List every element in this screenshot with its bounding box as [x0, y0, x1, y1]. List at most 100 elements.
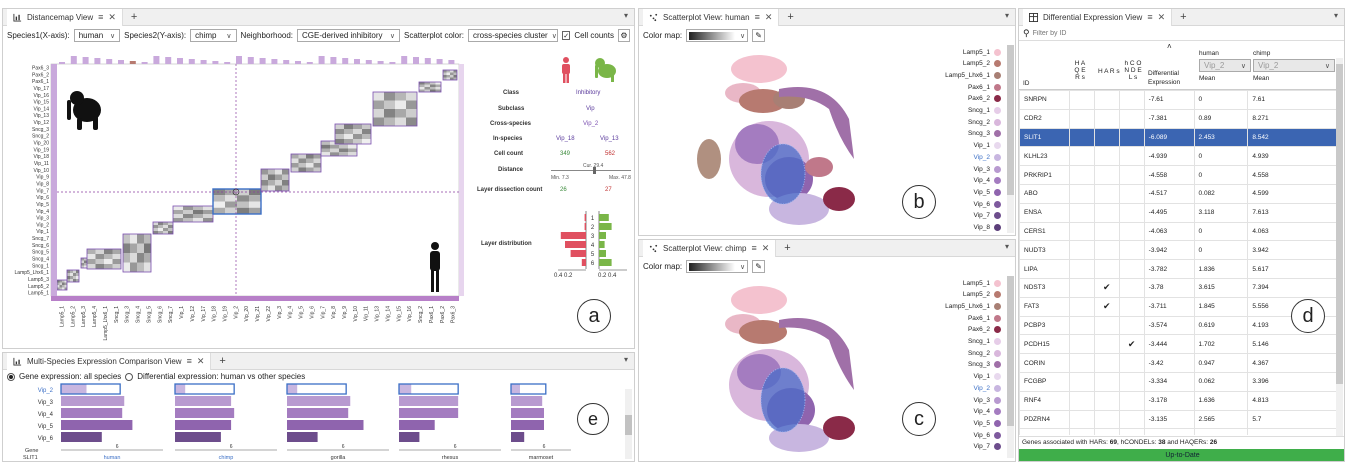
heatmap-block[interactable]: [172, 205, 214, 223]
heatmap-block[interactable]: [260, 168, 290, 192]
tab-scatter-human[interactable]: Scatterplot View: human ≡ ✕: [643, 9, 780, 26]
table-row[interactable]: CDR2 -7.381 0.89 8.271: [1019, 108, 1337, 129]
table-row[interactable]: CORIN -3.42 0.947 4.367: [1019, 353, 1337, 373]
heatmap-block[interactable]: [66, 269, 80, 283]
tab-diffexpr[interactable]: Differential Expression View ≡ ✕: [1023, 9, 1173, 26]
add-tab-button[interactable]: +: [1180, 11, 1186, 23]
panel-dropdown-icon[interactable]: ▾: [1005, 242, 1009, 251]
tab-distancemap[interactable]: Distancemap View ≡ ✕: [7, 9, 123, 26]
col-chimp[interactable]: chimp: [1253, 50, 1270, 57]
heatmap-block[interactable]: [152, 221, 174, 235]
legend-item[interactable]: Sncg_2: [968, 117, 1001, 127]
species1-select[interactable]: human ∨: [73, 29, 121, 42]
col-hcondels[interactable]: h C O N D E L s: [1123, 60, 1143, 81]
col-diff[interactable]: Differential Expression: [1148, 69, 1194, 87]
legend-item[interactable]: Vip_6: [973, 430, 1001, 440]
scatter-color-select[interactable]: cross-species cluster ∨: [468, 29, 559, 42]
tab-menu-icon[interactable]: ≡: [98, 12, 103, 22]
legend-item[interactable]: Lamp5_2: [963, 59, 1001, 69]
species2-select[interactable]: chimp ∨: [190, 29, 237, 42]
close-icon[interactable]: ✕: [1158, 12, 1166, 23]
legend-item[interactable]: Sncg_2: [968, 348, 1001, 358]
neighborhood-select[interactable]: CGE-derived inhibitory ∨: [297, 29, 400, 42]
tab-menu-icon[interactable]: ≡: [187, 356, 192, 366]
expression-bar[interactable]: [175, 408, 235, 418]
legend-item[interactable]: Lamp5_Lhx6_1: [945, 301, 1001, 311]
expression-bar[interactable]: [399, 408, 459, 418]
add-tab-button[interactable]: +: [219, 355, 225, 367]
col-hars[interactable]: H A R s: [1098, 68, 1122, 75]
legend-item[interactable]: Vip_1: [973, 372, 1001, 382]
radio-all-species[interactable]: [7, 372, 15, 381]
table-row[interactable]: ABO -4.517 0.082 4.599: [1019, 183, 1337, 204]
heatmap-block[interactable]: [212, 188, 262, 215]
col-human[interactable]: human: [1199, 50, 1219, 57]
panel-dropdown-icon[interactable]: ▾: [1005, 11, 1009, 20]
cell-counts-checkbox[interactable]: ✓: [562, 31, 571, 40]
legend-item[interactable]: Vip_7: [973, 442, 1001, 452]
expression-bar[interactable]: [61, 396, 125, 406]
legend-item[interactable]: Vip_5: [973, 187, 1001, 197]
table-row[interactable]: NUDT3 -3.942 0 3.942: [1019, 240, 1337, 261]
heatmap-block[interactable]: [442, 69, 458, 81]
table-row[interactable]: PCDH15 ✔ -3.444 1.702 5.146: [1019, 334, 1337, 355]
colormap-select[interactable]: ∨: [686, 29, 749, 42]
heatmap-block[interactable]: [334, 123, 372, 145]
colormap-select[interactable]: ∨: [686, 260, 749, 273]
close-icon[interactable]: ✕: [765, 12, 773, 23]
legend-item[interactable]: Vip_6: [973, 199, 1001, 209]
table-row[interactable]: CERS1 -4.063 0 4.063: [1019, 221, 1337, 242]
legend-item[interactable]: Vip_4: [973, 407, 1001, 417]
expression-bar[interactable]: [287, 420, 364, 430]
expression-bar[interactable]: [61, 384, 87, 394]
table-row[interactable]: NDST3 ✔ -3.78 3.615 7.394: [1019, 277, 1337, 298]
expression-bar[interactable]: [175, 384, 186, 394]
tab-multispecies[interactable]: Multi-Species Expression Comparison View…: [7, 353, 212, 370]
expression-bar[interactable]: [399, 432, 420, 442]
expression-bar[interactable]: [511, 420, 544, 430]
pen-button[interactable]: ✎: [752, 260, 766, 273]
table-row[interactable]: LIPA -3.782 1.836 5.617: [1019, 259, 1337, 279]
close-icon[interactable]: ✕: [108, 12, 116, 23]
legend-item[interactable]: Vip_2: [973, 152, 1001, 162]
table-row[interactable]: HS3ST4 -3.1153.116.225: [1019, 428, 1337, 435]
close-icon[interactable]: ✕: [197, 356, 205, 367]
heatmap-block[interactable]: [372, 91, 418, 127]
radio-differential[interactable]: [125, 372, 134, 381]
heatmap-block[interactable]: [86, 248, 122, 270]
expression-bar[interactable]: [511, 384, 520, 394]
legend-item[interactable]: Lamp5_2: [963, 290, 1001, 300]
legend-item[interactable]: Vip_2: [973, 383, 1001, 393]
legend-item[interactable]: Pax6_2: [968, 325, 1001, 335]
col-id[interactable]: ID: [1023, 80, 1030, 87]
heatmap-block[interactable]: [56, 279, 68, 291]
table-row[interactable]: SLIT1 -6.089 2.453 8.542: [1019, 127, 1337, 148]
table-row[interactable]: PCBP3 -3.574 0.619 4.193: [1019, 315, 1337, 336]
close-icon[interactable]: ✕: [762, 243, 770, 254]
expression-bar[interactable]: [399, 420, 435, 430]
panel-dropdown-icon[interactable]: ▾: [624, 11, 628, 20]
human-cluster-select[interactable]: Vip_2 ∨: [1199, 59, 1251, 72]
legend-item[interactable]: Pax6_2: [968, 94, 1001, 104]
col-human-mean[interactable]: Mean: [1199, 75, 1215, 82]
table-row[interactable]: RNF4 -3.178 1.636 4.813: [1019, 390, 1337, 411]
expression-bar[interactable]: [287, 432, 318, 442]
expression-bar[interactable]: [61, 420, 133, 430]
table-row[interactable]: ENSA -4.495 3.118 7.613: [1019, 202, 1337, 223]
tab-menu-icon[interactable]: ≡: [751, 243, 756, 253]
vertical-scrollbar[interactable]: [1007, 276, 1014, 458]
legend-item[interactable]: Lamp5_1: [963, 47, 1001, 57]
panel-dropdown-icon[interactable]: ▾: [1334, 11, 1338, 20]
legend-item[interactable]: Sncg_3: [968, 129, 1001, 139]
col-haqers[interactable]: H A Q E R s: [1073, 60, 1087, 81]
expression-bar[interactable]: [511, 396, 543, 406]
table-row[interactable]: PRKRIP1 -4.558 0 4.558: [1019, 165, 1337, 185]
legend-item[interactable]: Lamp5_Lhx6_1: [945, 70, 1001, 80]
heatmap-block[interactable]: [122, 233, 152, 273]
scatterplot-human[interactable]: [679, 49, 889, 236]
add-tab-button[interactable]: +: [131, 11, 137, 23]
tab-menu-icon[interactable]: ≡: [1147, 12, 1152, 22]
table-row[interactable]: FCGBP -3.334 0.062 3.396: [1019, 371, 1337, 392]
expression-bar[interactable]: [287, 384, 298, 394]
legend-item[interactable]: Sncg_1: [968, 337, 1001, 347]
